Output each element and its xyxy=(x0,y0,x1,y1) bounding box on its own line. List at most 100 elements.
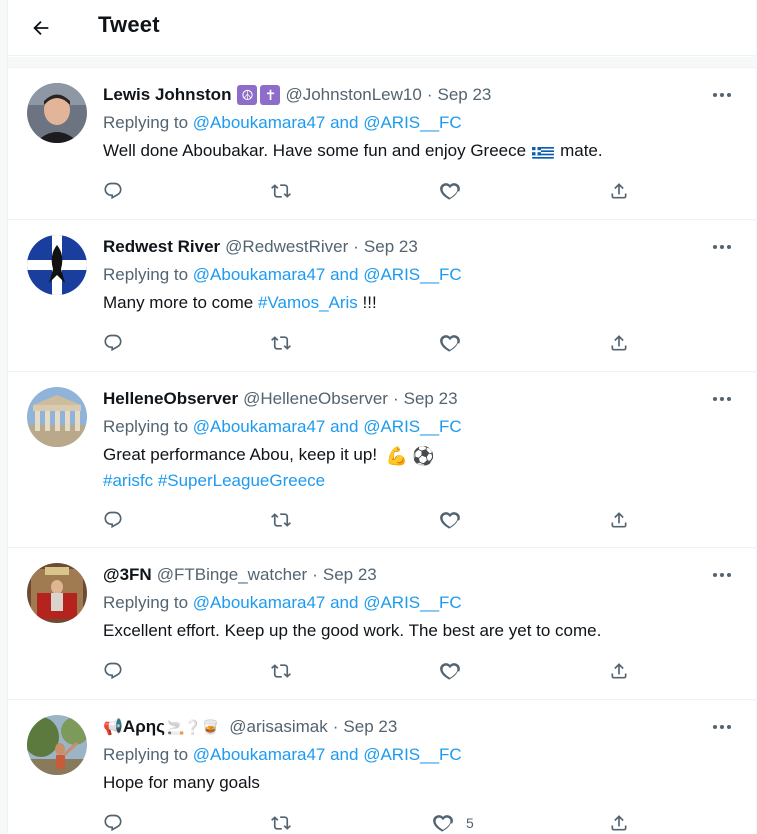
tweet-date[interactable]: Sep 23 xyxy=(343,717,397,737)
avatar[interactable] xyxy=(27,83,87,143)
reply-tweet[interactable]: Lewis Johnston ☮ ✝ @JohnstonLew10 · Sep … xyxy=(8,69,756,220)
header: Tweet xyxy=(8,0,756,56)
tweet-actions xyxy=(103,330,643,356)
retweet-button[interactable] xyxy=(271,658,291,684)
mention-and[interactable]: and xyxy=(330,265,358,284)
back-button[interactable] xyxy=(26,13,56,43)
tweet-date[interactable]: Sep 23 xyxy=(438,85,492,105)
reply-tweet[interactable]: Redwest River @RedwestRiver · Sep 23 Rep… xyxy=(8,221,756,372)
page-title: Tweet xyxy=(98,12,160,37)
reply-icon xyxy=(104,511,122,529)
heart-icon xyxy=(433,815,453,832)
hashtag-link[interactable]: #Vamos_Aris xyxy=(258,293,358,312)
share-icon xyxy=(611,183,627,199)
mention-and[interactable]: and xyxy=(330,745,358,764)
share-button[interactable] xyxy=(609,178,629,204)
replying-to: Replying to @Aboukamara47 and @ARIS__FC xyxy=(103,113,462,133)
mention-link[interactable]: @Aboukamara47 xyxy=(193,417,326,436)
user-handle[interactable]: @FTBinge_watcher xyxy=(157,565,308,585)
tweet-header: Lewis Johnston ☮ ✝ @JohnstonLew10 · Sep … xyxy=(103,85,491,105)
replying-prefix: Replying to xyxy=(103,593,189,612)
display-name[interactable]: Redwest River xyxy=(103,237,220,257)
like-button[interactable] xyxy=(440,658,473,684)
reply-tweet[interactable]: 📢 Αρης 🚬❔🥃 @arisasimak · Sep 23 Replying… xyxy=(8,701,756,834)
more-options-button[interactable] xyxy=(710,237,734,257)
mention-link[interactable]: @Aboukamara47 xyxy=(193,593,326,612)
retweet-button[interactable] xyxy=(271,178,291,204)
reply-button[interactable] xyxy=(103,507,123,533)
like-button[interactable]: 5 xyxy=(433,810,474,834)
user-handle[interactable]: @JohnstonLew10 xyxy=(285,85,421,105)
flexed-biceps-icon: 💪 xyxy=(385,445,409,466)
tweet-date[interactable]: Sep 23 xyxy=(364,237,418,257)
share-icon xyxy=(611,663,627,679)
hashtag-link[interactable]: #SuperLeagueGreece xyxy=(158,471,325,490)
heart-icon xyxy=(440,183,460,200)
replying-prefix: Replying to xyxy=(103,113,189,132)
like-button[interactable] xyxy=(440,507,473,533)
heart-icon xyxy=(440,335,460,352)
user-handle[interactable]: @arisasimak xyxy=(229,717,328,737)
tweet-text-part: Hope for many goals xyxy=(103,773,260,792)
hashtag-link[interactable]: #arisfc xyxy=(103,471,153,490)
tweet-hashtags: #arisfc #SuperLeagueGreece xyxy=(103,468,325,494)
mention-link[interactable]: @ARIS__FC xyxy=(363,265,462,284)
avatar[interactable] xyxy=(27,563,87,623)
mention-link[interactable]: @ARIS__FC xyxy=(363,417,462,436)
avatar[interactable] xyxy=(27,387,87,447)
retweet-icon xyxy=(271,664,291,678)
tweet-text-part: Great performance Abou, keep it up! xyxy=(103,445,378,464)
mention-link[interactable]: @ARIS__FC xyxy=(363,593,462,612)
retweet-button[interactable] xyxy=(271,330,291,356)
like-button[interactable] xyxy=(440,330,473,356)
greece-flag-icon xyxy=(532,144,555,160)
mention-link[interactable]: @ARIS__FC xyxy=(363,745,462,764)
tweet-text-part: Excellent effort. Keep up the good work.… xyxy=(103,621,602,640)
retweet-icon xyxy=(271,816,291,830)
cross-badge-icon: ✝ xyxy=(260,85,281,105)
divider xyxy=(8,57,756,68)
tweet-date[interactable]: Sep 23 xyxy=(323,565,377,585)
user-handle[interactable]: @HelleneObserver xyxy=(243,389,388,409)
mention-link[interactable]: @Aboukamara47 xyxy=(193,113,326,132)
avatar[interactable] xyxy=(27,235,87,295)
mention-link[interactable]: @Aboukamara47 xyxy=(193,265,326,284)
mention-and[interactable]: and xyxy=(330,417,358,436)
reply-button[interactable] xyxy=(103,658,123,684)
reply-button[interactable] xyxy=(103,178,123,204)
separator-dot: · xyxy=(392,389,399,408)
retweet-button[interactable] xyxy=(271,810,291,834)
avatar[interactable] xyxy=(27,715,87,775)
user-handle[interactable]: @RedwestRiver xyxy=(225,237,348,257)
display-name[interactable]: Αρης xyxy=(123,717,165,737)
reply-button[interactable] xyxy=(103,810,123,834)
tweet-date[interactable]: Sep 23 xyxy=(404,389,458,409)
mention-and[interactable]: and xyxy=(330,113,358,132)
reply-icon xyxy=(104,814,122,832)
mention-link[interactable]: @Aboukamara47 xyxy=(193,745,326,764)
tweet-text: Well done Aboubakar. Have some fun and e… xyxy=(103,138,603,164)
tweet-actions xyxy=(103,507,643,533)
display-name[interactable]: Lewis Johnston xyxy=(103,85,231,105)
share-button[interactable] xyxy=(609,658,629,684)
like-button[interactable] xyxy=(440,178,473,204)
more-options-button[interactable] xyxy=(710,85,734,105)
tweet-header: 📢 Αρης 🚬❔🥃 @arisasimak · Sep 23 xyxy=(103,717,397,737)
heart-icon xyxy=(440,663,460,680)
share-button[interactable] xyxy=(609,810,629,834)
share-button[interactable] xyxy=(609,507,629,533)
share-button[interactable] xyxy=(609,330,629,356)
retweet-button[interactable] xyxy=(271,507,291,533)
mention-link[interactable]: @ARIS__FC xyxy=(363,113,462,132)
more-options-button[interactable] xyxy=(710,389,734,409)
reply-tweet[interactable]: HelleneObserver @HelleneObserver · Sep 2… xyxy=(8,373,756,548)
reply-tweet[interactable]: @3FN @FTBinge_watcher · Sep 23 Replying … xyxy=(8,549,756,700)
more-options-button[interactable] xyxy=(710,565,734,585)
mention-and[interactable]: and xyxy=(330,593,358,612)
display-name[interactable]: @3FN xyxy=(103,565,152,585)
more-options-button[interactable] xyxy=(710,717,734,737)
replying-prefix: Replying to xyxy=(103,745,189,764)
reply-button[interactable] xyxy=(103,330,123,356)
display-name[interactable]: HelleneObserver xyxy=(103,389,238,409)
retweet-icon xyxy=(271,184,291,198)
